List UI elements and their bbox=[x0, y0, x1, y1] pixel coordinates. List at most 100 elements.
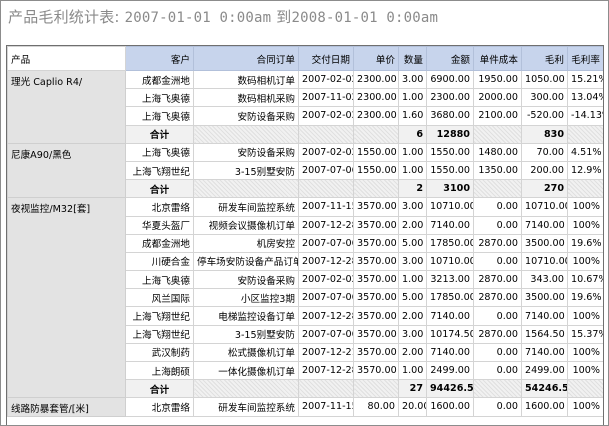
cell-delivery-date: 2007-07-06 bbox=[298, 233, 354, 253]
cell-unit-price: 1550.00 bbox=[353, 142, 399, 162]
cell-gross-profit: 1050.00 bbox=[521, 69, 568, 90]
cell-customer: 成都金洲地 bbox=[125, 69, 194, 90]
report-sheet[interactable]: 产品 客户 合同订单 交付日期 单价 数量 金额 单件成本 毛利 毛利率 理光 … bbox=[6, 45, 604, 425]
cell-unit-cost: 2870.00 bbox=[473, 233, 522, 253]
cell-unit-price: 3570.00 bbox=[353, 270, 399, 290]
cell-contract: 安防设备采购 bbox=[193, 106, 299, 126]
subtotal-empty bbox=[567, 179, 603, 199]
cell-unit-cost: 2000.00 bbox=[473, 88, 522, 108]
subtotal-empty bbox=[567, 124, 603, 144]
cell-gross-profit: 300.00 bbox=[521, 88, 568, 108]
cell-quantity: 2.00 bbox=[398, 342, 427, 363]
cell-amount: 7140.00 bbox=[426, 215, 474, 235]
report-frame: 产品毛利统计表: 2007-01-01 0:00am 到2008-01-01 0… bbox=[0, 0, 609, 426]
cell-unit-cost: 2870.00 bbox=[473, 270, 522, 290]
cell-margin: 100% bbox=[567, 306, 603, 326]
cell-margin: 12.9% bbox=[567, 160, 603, 181]
cell-delivery-date: 2007-07-06 bbox=[298, 288, 354, 308]
cell-customer: 上海飞翔世纪 bbox=[125, 306, 194, 326]
cell-quantity: 1.00 bbox=[398, 360, 427, 381]
cell-margin: 100% bbox=[567, 251, 603, 272]
subtotal-quantity: 6 bbox=[398, 124, 427, 144]
cell-unit-price: 3570.00 bbox=[353, 360, 399, 381]
cell-unit-price: 3570.00 bbox=[353, 306, 399, 326]
product-name-cell: 线路防暴套管/[米] bbox=[7, 397, 126, 417]
subtotal-gross-profit: 54246.5 bbox=[521, 379, 568, 399]
subtotal-empty bbox=[473, 179, 522, 199]
cell-amount: 2499.00 bbox=[426, 360, 474, 381]
cell-margin: 13.04% bbox=[567, 88, 603, 108]
cell-customer: 上海飞翔世纪 bbox=[125, 160, 194, 181]
cell-margin: 100% bbox=[567, 397, 603, 417]
cell-quantity: 3.00 bbox=[398, 324, 427, 344]
cell-delivery-date: 2007-11-02 bbox=[298, 88, 354, 108]
cell-unit-cost: 2100.00 bbox=[473, 106, 522, 126]
cell-unit-price: 80.00 bbox=[353, 397, 399, 417]
header-gross-profit: 毛利 bbox=[521, 46, 568, 71]
cell-unit-cost: 1950.00 bbox=[473, 69, 522, 90]
cell-amount: 10710.00 bbox=[426, 197, 474, 217]
cell-gross-profit: 3500.00 bbox=[521, 233, 568, 253]
cell-quantity: 1.60 bbox=[398, 106, 427, 126]
cell-contract: 停车场安防设备产品订单 bbox=[193, 251, 299, 272]
cell-delivery-date: 2007-02-02 bbox=[298, 106, 354, 126]
cell-unit-cost: 0.00 bbox=[473, 342, 522, 363]
cell-quantity: 1.00 bbox=[398, 88, 427, 108]
cell-contract: 安防设备采购 bbox=[193, 142, 299, 162]
cell-customer: 北京雷络 bbox=[125, 197, 194, 217]
cell-unit-price: 2300.00 bbox=[353, 69, 399, 90]
cell-unit-price: 2300.00 bbox=[353, 88, 399, 108]
cell-gross-profit: 1600.00 bbox=[521, 397, 568, 417]
cell-delivery-date: 2007-12-28 bbox=[298, 306, 354, 326]
cell-margin: 100% bbox=[567, 360, 603, 381]
cell-quantity: 1.00 bbox=[398, 142, 427, 162]
subtotal-empty bbox=[353, 379, 399, 399]
subtotal-quantity: 27 bbox=[398, 379, 427, 399]
header-delivery-date: 交付日期 bbox=[298, 46, 354, 71]
cell-margin: 15.37% bbox=[567, 324, 603, 344]
cell-unit-price: 3570.00 bbox=[353, 288, 399, 308]
subtotal-label: 合计 bbox=[125, 179, 194, 199]
cell-unit-cost: 0.00 bbox=[473, 306, 522, 326]
subtotal-gross-profit: 830 bbox=[521, 124, 568, 144]
cell-unit-cost: 0.00 bbox=[473, 215, 522, 235]
cell-customer: 上海飞奥德 bbox=[125, 270, 194, 290]
cell-quantity: 1.00 bbox=[398, 160, 427, 181]
cell-unit-price: 3570.00 bbox=[353, 197, 399, 217]
subtotal-amount: 94426.5 bbox=[426, 379, 474, 399]
cell-customer: 风兰国际 bbox=[125, 288, 194, 308]
cell-quantity: 3.00 bbox=[398, 69, 427, 90]
cell-delivery-date: 2007-02-02 bbox=[298, 270, 354, 290]
cell-gross-profit: 70.00 bbox=[521, 142, 568, 162]
subtotal-empty bbox=[193, 379, 299, 399]
subtotal-empty bbox=[567, 379, 603, 399]
cell-amount: 7140.00 bbox=[426, 306, 474, 326]
cell-amount: 7140.00 bbox=[426, 342, 474, 363]
cell-unit-price: 2300.00 bbox=[353, 106, 399, 126]
cell-amount: 3213.00 bbox=[426, 270, 474, 290]
cell-customer: 华夏头盔厂 bbox=[125, 215, 194, 235]
header-contract: 合同订单 bbox=[193, 46, 299, 71]
header-customer: 客户 bbox=[125, 46, 194, 71]
cell-quantity: 1.00 bbox=[398, 270, 427, 290]
cell-amount: 17850.00 bbox=[426, 233, 474, 253]
cell-contract: 数码相机订单 bbox=[193, 69, 299, 90]
cell-margin: 100% bbox=[567, 215, 603, 235]
cell-amount: 3680.00 bbox=[426, 106, 474, 126]
cell-amount: 1550.00 bbox=[426, 160, 474, 181]
cell-contract: 研发车间监控系统 bbox=[193, 197, 299, 217]
subtotal-label: 合计 bbox=[125, 379, 194, 399]
cell-unit-price: 3570.00 bbox=[353, 251, 399, 272]
cell-quantity: 2.00 bbox=[398, 215, 427, 235]
subtotal-empty bbox=[193, 124, 299, 144]
gross-profit-table: 产品 客户 合同订单 交付日期 单价 数量 金额 单件成本 毛利 毛利率 理光 … bbox=[7, 46, 603, 417]
header-quantity: 数量 bbox=[398, 46, 427, 71]
cell-gross-profit: 7140.00 bbox=[521, 215, 568, 235]
cell-amount: 10174.50 bbox=[426, 324, 474, 344]
cell-customer: 北京雷络 bbox=[125, 397, 194, 417]
cell-customer: 上海飞奥德 bbox=[125, 106, 194, 126]
cell-amount: 1600.00 bbox=[426, 397, 474, 417]
table-row: 尼康A90/黑色 上海飞奥德 安防设备采购 2007-02-02 1550.00 1.00… bbox=[7, 142, 603, 199]
cell-delivery-date: 2007-11-15 bbox=[298, 397, 354, 417]
product-name-cell: 尼康A90/黑色 bbox=[7, 142, 126, 199]
